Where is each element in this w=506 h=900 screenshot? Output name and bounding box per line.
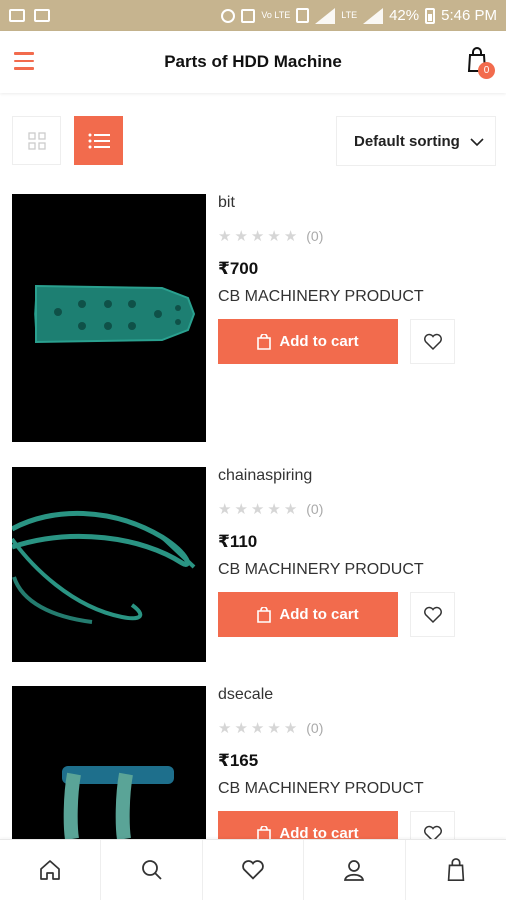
home-icon (40, 860, 61, 880)
add-to-cart-label: Add to cart (279, 825, 359, 839)
battery-percent: 42% (389, 7, 420, 24)
signal-icon (315, 7, 336, 24)
product-price: ₹165 (218, 751, 259, 770)
rating-count: (0) (306, 720, 324, 736)
star-icon: ★ (218, 720, 232, 737)
grid-icon (27, 131, 46, 150)
drill-bit-image (12, 194, 206, 442)
heart-icon (423, 606, 442, 623)
star-icon: ★ (218, 501, 232, 518)
shopping-bag-icon (447, 858, 465, 881)
grid-view-button[interactable] (12, 116, 61, 165)
product-info: bit ★ ★ ★ ★ ★ (0) ₹700 CB MACHINERY PRODUCT … (218, 194, 496, 364)
star-icon: ★ (234, 228, 248, 245)
signal-icon-2 (363, 7, 384, 24)
add-to-cart-button[interactable]: Add to cart (218, 592, 398, 637)
star-icon: ★ (267, 501, 281, 518)
gallery-icon (9, 9, 25, 22)
product-card: chainaspiring ★ ★ ★ ★ ★ (0) ₹110 CB MACHINER… (12, 467, 496, 663)
clock: 5:46 PM (441, 7, 497, 24)
search-icon (141, 860, 162, 880)
product-name[interactable]: dsecale (218, 686, 496, 706)
rating-stars: ★ ★ ★ ★ ★ (0) (218, 226, 496, 246)
wishlist-button[interactable] (410, 592, 455, 637)
star-icon: ★ (267, 228, 281, 245)
product-price: ₹700 (218, 259, 259, 278)
star-icon: ★ (250, 501, 265, 518)
add-to-cart-button[interactable]: Add to cart (218, 319, 398, 364)
product-card: dsecale ★ ★ ★ ★ ★ (0) ₹165 CB MACHINERY PROD… (12, 686, 496, 839)
menu-icon[interactable] (14, 52, 34, 70)
star-icon: ★ (234, 720, 248, 737)
heart-icon (423, 333, 442, 350)
product-info: chainaspiring ★ ★ ★ ★ ★ (0) ₹110 CB MACHINER… (218, 467, 496, 637)
star-icon: ★ (250, 720, 265, 737)
product-price: ₹110 (218, 532, 258, 551)
alarm-icon (221, 8, 236, 23)
nav-account[interactable] (304, 840, 406, 900)
list-icon (88, 133, 110, 148)
bag-icon (257, 333, 272, 350)
product-image[interactable] (12, 467, 206, 662)
page-title: Parts of HDD Machine (164, 52, 342, 71)
add-to-cart-button[interactable]: Add to cart (218, 811, 398, 839)
sort-label: Default sorting (354, 132, 460, 150)
product-name[interactable]: bit (218, 194, 496, 214)
wishlist-button[interactable] (410, 319, 455, 364)
nav-search[interactable] (101, 840, 203, 900)
bag-icon (257, 606, 272, 623)
product-image[interactable] (12, 194, 206, 442)
nav-home[interactable] (0, 840, 102, 900)
bottom-navigation (0, 839, 506, 900)
star-icon: ★ (250, 228, 265, 245)
status-bar: Vo LTE LTE 42% 5:46 PM (0, 0, 506, 31)
user-icon (344, 860, 365, 881)
bag-icon (257, 825, 272, 839)
mute-icon (241, 8, 256, 23)
star-icon: ★ (218, 228, 232, 245)
lte-label: LTE (341, 10, 358, 20)
list-view-button[interactable] (74, 116, 123, 165)
product-name[interactable]: chainaspiring (218, 467, 496, 487)
product-card: bit ★ ★ ★ ★ ★ (0) ₹700 CB MACHINERY PRODUCT … (12, 194, 496, 444)
add-to-cart-label: Add to cart (279, 333, 359, 350)
star-icon: ★ (283, 720, 298, 737)
volte-label: Vo LTE (261, 10, 291, 20)
nav-cart[interactable] (406, 840, 506, 900)
star-icon: ★ (234, 501, 248, 518)
chain-spring-image (12, 467, 206, 662)
heart-icon (242, 860, 264, 880)
product-brand: CB MACHINERY PRODUCT (218, 561, 424, 578)
add-to-cart-label: Add to cart (279, 606, 359, 623)
rating-count: (0) (306, 501, 324, 517)
product-brand: CB MACHINERY PRODUCT (218, 288, 424, 305)
star-icon: ★ (283, 501, 298, 518)
toolbar: Default sorting (12, 116, 496, 166)
rating-count: (0) (306, 228, 324, 244)
sort-dropdown[interactable]: Default sorting (336, 116, 496, 166)
star-icon: ★ (267, 720, 281, 737)
product-info: dsecale ★ ★ ★ ★ ★ (0) ₹165 CB MACHINERY PROD… (218, 686, 496, 839)
heart-icon (423, 825, 442, 839)
nav-wishlist[interactable] (203, 840, 305, 900)
rating-stars: ★ ★ ★ ★ ★ (0) (218, 718, 496, 738)
rating-stars: ★ ★ ★ ★ ★ (0) (218, 499, 496, 519)
battery-icon (425, 7, 436, 24)
wishlist-button[interactable] (410, 811, 455, 839)
sim-icon (296, 8, 310, 23)
message-icon (34, 9, 50, 22)
cart-count-badge: 0 (478, 62, 495, 79)
star-icon: ★ (283, 228, 298, 245)
shackle-image (12, 686, 206, 839)
chevron-down-icon (470, 138, 484, 147)
product-image[interactable] (12, 686, 206, 839)
app-bar: Parts of HDD Machine 0 (0, 31, 506, 93)
product-brand: CB MACHINERY PRODUCT (218, 780, 424, 797)
